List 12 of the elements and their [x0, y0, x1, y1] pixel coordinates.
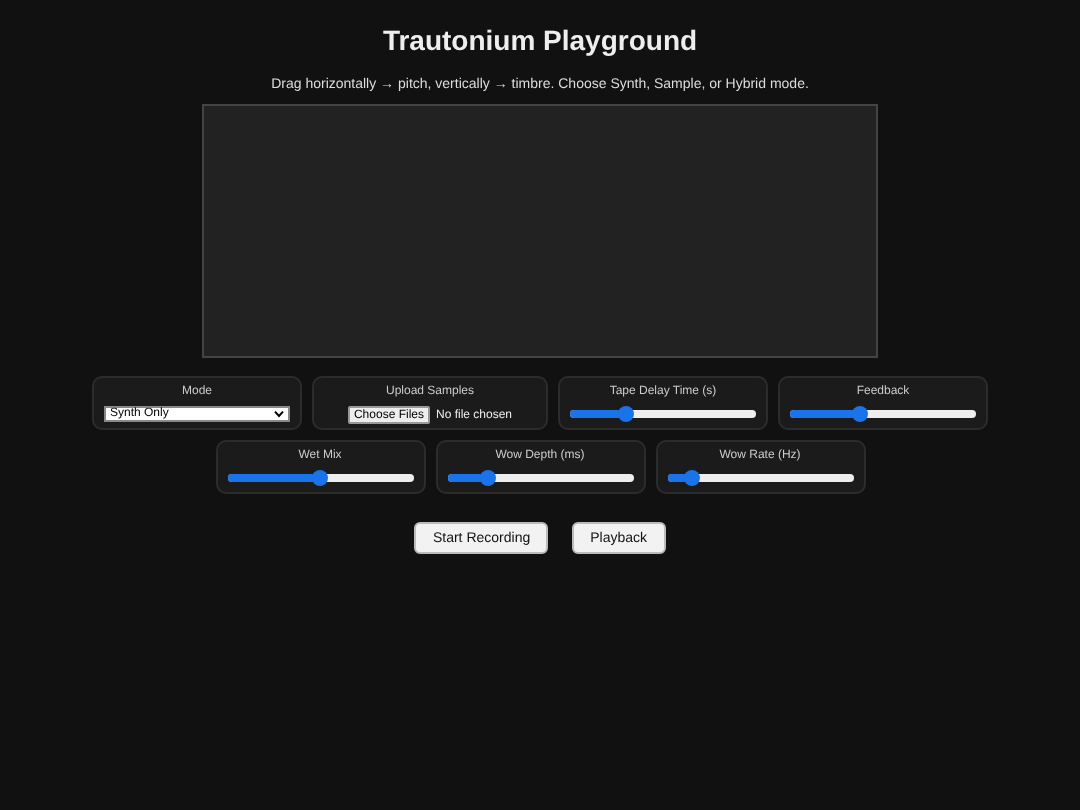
- slider-track[interactable]: [447, 474, 633, 482]
- chevron-down-icon: [274, 410, 284, 418]
- slider-thumb[interactable]: [617, 406, 634, 422]
- slider-thumb[interactable]: [312, 470, 328, 486]
- page-title: Trautonium Playground: [382, 24, 698, 56]
- slider-track[interactable]: [790, 410, 976, 418]
- slider-thumb[interactable]: [852, 406, 869, 422]
- slider-thumb[interactable]: [683, 470, 700, 486]
- slider-track[interactable]: [667, 474, 853, 482]
- slider-track[interactable]: [227, 474, 413, 482]
- slider-track[interactable]: [570, 410, 756, 418]
- slider-thumb[interactable]: [479, 470, 496, 486]
